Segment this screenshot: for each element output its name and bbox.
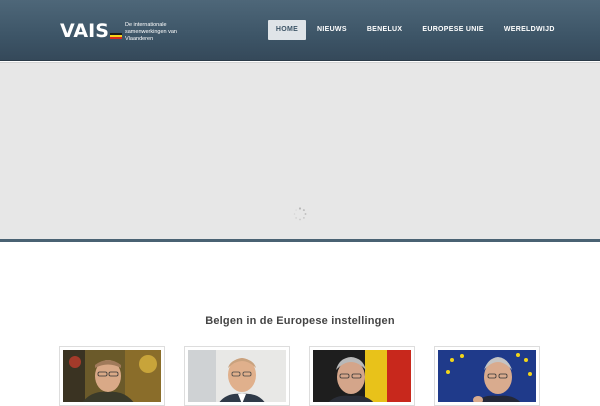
- belgian-flag-icon: [109, 32, 122, 39]
- portrait-photo-icon: [438, 350, 536, 402]
- nav-item-europese-unie[interactable]: EUROPESE UNIE: [422, 20, 483, 40]
- portrait-photo-icon: [188, 350, 286, 402]
- site-tagline: De internationale samenwerkingen van Vla…: [125, 22, 190, 43]
- nav-item-nieuws[interactable]: NIEUWS: [317, 20, 347, 40]
- site-header: VAIS De internationale samenwerkingen va…: [0, 0, 600, 61]
- loading-spinner-icon: [293, 207, 307, 221]
- portrait-card-2[interactable]: [184, 346, 290, 406]
- hero-slider[interactable]: [0, 62, 600, 239]
- slider-bottom-border: [0, 239, 600, 242]
- tagline-line: De internationale: [125, 22, 167, 28]
- section-title: Belgen in de Europese instellingen: [205, 315, 395, 327]
- tagline-line: Vlaanderen: [125, 36, 154, 42]
- logo-text: VAIS: [60, 20, 109, 42]
- portrait-card-4[interactable]: [434, 346, 540, 406]
- tagline-line: samenwerkingen van: [125, 29, 177, 35]
- nav-item-benelux[interactable]: BENELUX: [367, 20, 403, 40]
- portrait-photo-icon: [63, 350, 161, 402]
- nav-item-home[interactable]: HOME: [268, 20, 306, 40]
- main-nav: HOME NIEUWS BENELUX EUROPESE UNIE WERELD…: [268, 20, 555, 40]
- nav-item-wereldwijd[interactable]: WERELDWIJD: [504, 20, 555, 40]
- site-logo[interactable]: VAIS: [60, 18, 122, 44]
- portrait-card-1[interactable]: [59, 346, 165, 406]
- portrait-photo-icon: [313, 350, 411, 402]
- portrait-card-3[interactable]: [309, 346, 415, 406]
